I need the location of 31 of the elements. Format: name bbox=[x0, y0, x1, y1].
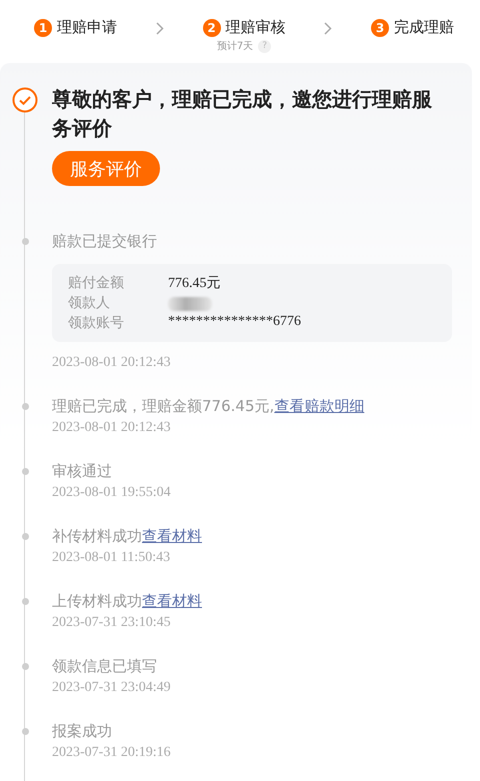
view-link[interactable]: 查看材料 bbox=[142, 527, 202, 545]
rate-service-button[interactable]: 服务评价 bbox=[52, 151, 160, 186]
event-time: 2023-08-01 11:50:43 bbox=[52, 549, 172, 567]
event-title: 报案成功 bbox=[52, 721, 113, 742]
step-label: 完成理赔 bbox=[394, 18, 454, 37]
detail-label: 领款账号 bbox=[68, 314, 125, 332]
event-title: 补传材料成功查看材料 bbox=[52, 526, 203, 547]
event-title: 审核通过 bbox=[52, 461, 113, 482]
event-time: 2023-08-01 20:12:43 bbox=[52, 419, 172, 437]
event-title: 领款信息已填写 bbox=[52, 656, 158, 677]
view-link[interactable]: 查看材料 bbox=[142, 592, 202, 610]
detail-label: 领款人 bbox=[68, 294, 111, 312]
event-title: 上传材料成功查看材料 bbox=[52, 591, 203, 612]
step-label: 理赔审核 bbox=[226, 18, 286, 37]
event-time: 2023-08-01 20:12:43 bbox=[52, 354, 172, 372]
event-time: 2023-07-31 23:04:49 bbox=[52, 679, 172, 697]
event-time: 2023-07-31 20:19:16 bbox=[52, 744, 172, 762]
step-note: 预计7天 bbox=[216, 40, 254, 53]
step-label: 理赔申请 bbox=[57, 18, 117, 37]
step-number: 1 bbox=[34, 18, 52, 36]
completion-message: 尊敬的客户，理赔已完成，邀您进行理赔服务评价 bbox=[52, 86, 433, 142]
event-time: 2023-08-01 19:55:04 bbox=[52, 484, 172, 502]
step-number: 2 bbox=[202, 18, 220, 36]
detail-value: ***************6776 bbox=[168, 314, 302, 331]
event-title: 理赔已完成，理赔金额776.45元,查看赔款明细 bbox=[52, 396, 366, 417]
event-title: 赔款已提交银行 bbox=[52, 231, 158, 252]
detail-label: 赔付金额 bbox=[68, 274, 125, 292]
view-link[interactable]: 查看赔款明细 bbox=[274, 397, 364, 415]
detail-value: 776.45元 bbox=[168, 275, 222, 292]
event-time: 2023-07-31 23:10:45 bbox=[52, 614, 172, 632]
step-number: 3 bbox=[371, 18, 389, 36]
